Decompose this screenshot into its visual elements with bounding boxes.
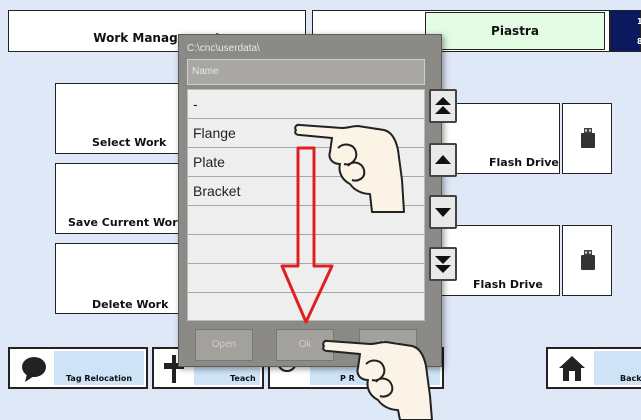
usb-bottom-box[interactable] [562,225,612,296]
select-work-button[interactable]: Select Work [55,83,188,154]
open-button[interactable]: Open [195,329,253,361]
flash-drive-top-label: Flash Drive [489,156,559,169]
material-label: Piastra [491,24,539,38]
select-work-label: Select Work [92,136,167,149]
flash-drive-top-button[interactable]: Flash Drive [440,103,560,174]
file-list-item[interactable]: - [188,90,424,119]
pointing-hand-icon [322,339,433,420]
delete-work-label: Delete Work [92,298,169,311]
tag-relocation-label: Tag Relocation [66,374,133,383]
tag-relocation-button[interactable]: Tag Relocation [8,347,148,389]
dialog-path: C:\cnc\userdata\ [187,43,260,54]
speech-bubble-icon [22,357,46,382]
chevron-up-icon [435,155,451,164]
back-label: Back [620,374,641,383]
save-current-work-label: Save Current Work [68,216,185,229]
scroll-down-button[interactable] [429,195,457,229]
double-chevron-down-icon [435,256,451,273]
usb-drive-icon [581,128,595,148]
flash-drive-bottom-button[interactable]: Flash Drive [440,225,560,296]
teach-label: Teach [230,374,256,383]
usb-top-box[interactable] [562,103,612,174]
usb-drive-icon [581,250,595,270]
delete-work-button[interactable]: Delete Work [55,243,188,314]
scroll-bottom-button[interactable] [429,247,457,281]
material-field[interactable]: Piastra [425,12,605,50]
scroll-up-button[interactable] [429,143,457,177]
flash-drive-bottom-label: Flash Drive [473,278,543,291]
name-column-header[interactable]: Name [187,59,425,85]
back-button[interactable]: Back [546,347,641,389]
scroll-top-button[interactable] [429,89,457,123]
status-indicator: 1 8 [610,10,641,52]
save-current-work-button[interactable]: Save Current Work [55,163,188,234]
home-icon [559,356,585,381]
pointing-hand-icon [294,123,405,213]
chevron-down-icon [435,208,451,217]
double-chevron-up-icon [435,97,451,114]
